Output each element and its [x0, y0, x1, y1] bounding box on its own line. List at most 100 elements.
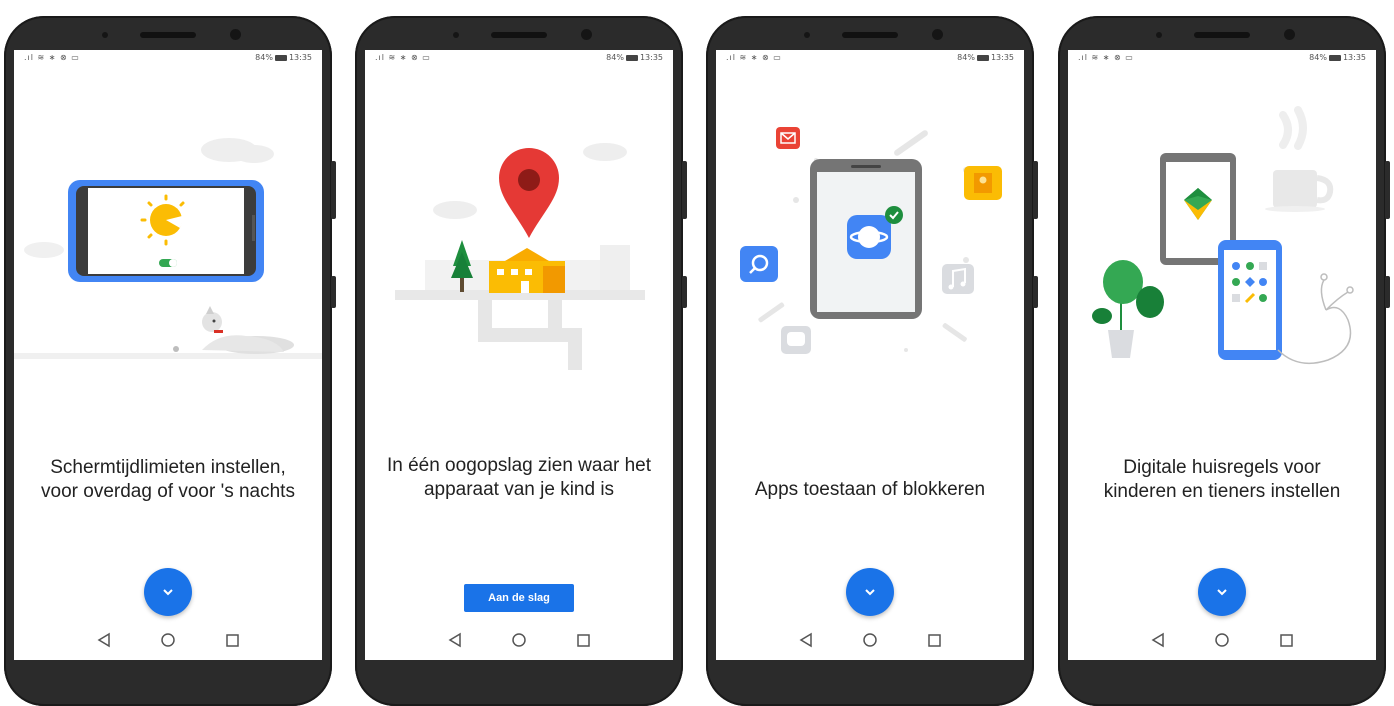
- status-icons: .ıl ≋ ∗ ⊗ ▭: [375, 53, 431, 62]
- recents-square-icon: [928, 634, 941, 647]
- apps-illustration: [740, 127, 1002, 354]
- onboarding-caption: Schermtijdlimieten instellen, voor overd…: [41, 457, 295, 502]
- music-app-icon: [942, 264, 974, 294]
- system-nav-bar: [716, 628, 1024, 652]
- nav-back-button[interactable]: [1146, 628, 1170, 652]
- front-camera: [932, 29, 943, 40]
- earpiece-speaker: [491, 32, 547, 38]
- onboarding-caption: Digitale huisregels voor kinderen en tie…: [1103, 457, 1341, 502]
- next-button[interactable]: [144, 568, 192, 616]
- battery-icon: [1328, 54, 1341, 61]
- next-button[interactable]: [846, 568, 894, 616]
- power-button: [682, 161, 687, 219]
- earpiece-speaker: [1194, 32, 1250, 38]
- screen-location: .ıl ≋ ∗ ⊗ ▭ 84% 13:35 In één oogopslag z…: [365, 50, 673, 660]
- status-bar: .ıl ≋ ∗ ⊗ ▭ 84% 13:35: [716, 50, 1024, 64]
- volume-button: [1033, 276, 1038, 308]
- system-nav-bar: [14, 628, 322, 652]
- system-nav-bar: [1068, 628, 1376, 652]
- battery-level: 84%: [255, 53, 273, 62]
- nav-recents-button[interactable]: [571, 628, 595, 652]
- chevron-down-icon: [1217, 589, 1227, 596]
- front-camera: [1284, 29, 1295, 40]
- status-bar: .ıl ≋ ∗ ⊗ ▭ 84% 13:35: [365, 50, 673, 64]
- battery-icon: [625, 54, 638, 61]
- nav-home-button[interactable]: [858, 628, 882, 652]
- clock: 13:35: [288, 53, 312, 62]
- onboarding-caption: In één oogopslag zien waar het apparaat …: [386, 455, 652, 500]
- phone-2: .ıl ≋ ∗ ⊗ ▭ 84% 13:35 In één oogopslag z…: [355, 16, 687, 706]
- status-right: 84% 13:35: [606, 53, 663, 62]
- dog-icon: [173, 306, 294, 354]
- screen-time-illustration: [14, 138, 322, 359]
- sensor: [804, 32, 810, 38]
- battery-level: 84%: [957, 53, 975, 62]
- nav-home-button[interactable]: [507, 628, 531, 652]
- home-circle-icon: [1215, 633, 1229, 647]
- status-icons: .ıl ≋ ∗ ⊗ ▭: [1078, 53, 1134, 62]
- screen-apps: .ıl ≋ ∗ ⊗ ▭ 84% 13:35 Apps toestaan of b…: [716, 50, 1024, 660]
- nav-home-button[interactable]: [1210, 628, 1234, 652]
- nav-back-button[interactable]: [443, 628, 467, 652]
- clock: 13:35: [1342, 53, 1366, 62]
- home-circle-icon: [161, 633, 175, 647]
- battery-level: 84%: [606, 53, 624, 62]
- map-pin-icon: [499, 148, 559, 238]
- clock: 13:35: [639, 53, 663, 62]
- sensor: [453, 32, 459, 38]
- phone-4: .ıl ≋ ∗ ⊗ ▭ 84% 13:35 Digitale huisregel…: [1058, 16, 1390, 706]
- home-circle-icon: [863, 633, 877, 647]
- recents-square-icon: [1280, 634, 1293, 647]
- nav-home-button[interactable]: [156, 628, 180, 652]
- volume-button: [331, 276, 336, 308]
- phone-3: .ıl ≋ ∗ ⊗ ▭ 84% 13:35 Apps toestaan of b…: [706, 16, 1038, 706]
- house-rules-illustration: [1092, 106, 1354, 365]
- battery-icon: [274, 54, 287, 61]
- onboarding-caption: Apps toestaan of blokkeren: [754, 479, 986, 500]
- earpiece-speaker: [140, 32, 196, 38]
- phone-1: .ıl ≋ ∗ ⊗ ▭ 84% 13:35 Schermtijdlimieten…: [4, 16, 336, 706]
- get-started-button[interactable]: Aan de slag: [464, 584, 574, 612]
- battery-icon: [976, 54, 989, 61]
- status-right: 84% 13:35: [1309, 53, 1366, 62]
- back-triangle-icon: [97, 632, 110, 648]
- next-button[interactable]: [1198, 568, 1246, 616]
- back-triangle-icon: [1151, 632, 1164, 648]
- location-illustration: [395, 143, 645, 370]
- status-icons: .ıl ≋ ∗ ⊗ ▭: [726, 53, 782, 62]
- coffee-mug-icon: [1265, 106, 1334, 212]
- phone-device-icon: [1218, 240, 1282, 360]
- chevron-down-icon: [865, 589, 875, 596]
- power-button: [331, 161, 336, 219]
- school-building-icon: [489, 248, 565, 293]
- screen-house-rules: .ıl ≋ ∗ ⊗ ▭ 84% 13:35 Digitale huisregel…: [1068, 50, 1376, 660]
- nav-recents-button[interactable]: [220, 628, 244, 652]
- earphones-icon: [1277, 273, 1354, 365]
- nav-recents-button[interactable]: [922, 628, 946, 652]
- status-bar: .ıl ≋ ∗ ⊗ ▭ 84% 13:35: [1068, 50, 1376, 64]
- sensor: [1156, 32, 1162, 38]
- sensor: [102, 32, 108, 38]
- plant-icon: [1092, 260, 1164, 358]
- recents-square-icon: [577, 634, 590, 647]
- nav-back-button[interactable]: [794, 628, 818, 652]
- status-icons: .ıl ≋ ∗ ⊗ ▭: [24, 53, 80, 62]
- status-bar: .ıl ≋ ∗ ⊗ ▭ 84% 13:35: [14, 50, 322, 64]
- chat-app-icon: [781, 326, 811, 354]
- chevron-down-icon: [163, 589, 173, 596]
- nav-back-button[interactable]: [92, 628, 116, 652]
- clock: 13:35: [990, 53, 1014, 62]
- back-triangle-icon: [799, 632, 812, 648]
- recents-square-icon: [226, 634, 239, 647]
- search-app-icon: [740, 246, 778, 282]
- battery-level: 84%: [1309, 53, 1327, 62]
- system-nav-bar: [365, 628, 673, 652]
- home-circle-icon: [512, 633, 526, 647]
- nav-recents-button[interactable]: [1274, 628, 1298, 652]
- status-right: 84% 13:35: [255, 53, 312, 62]
- front-camera: [581, 29, 592, 40]
- front-camera: [230, 29, 241, 40]
- status-right: 84% 13:35: [957, 53, 1014, 62]
- volume-button: [1385, 276, 1390, 308]
- power-button: [1385, 161, 1390, 219]
